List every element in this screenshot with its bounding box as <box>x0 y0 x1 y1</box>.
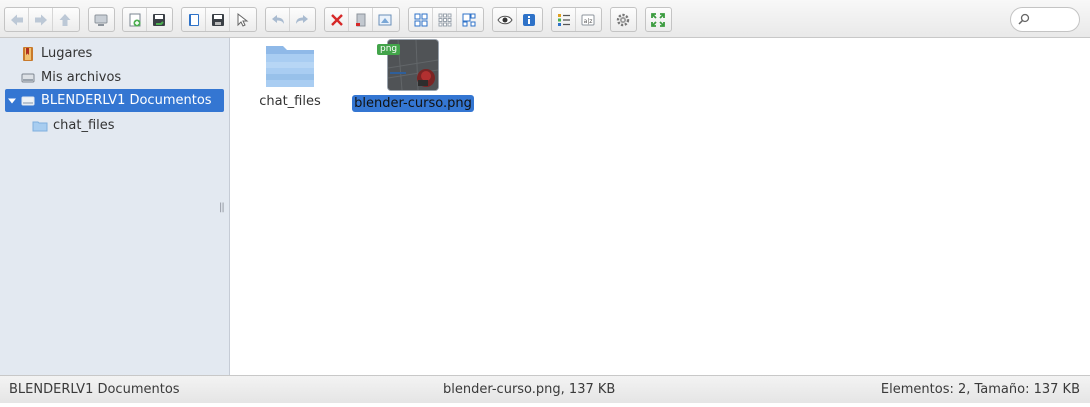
view-thumbnails-button[interactable] <box>457 8 481 31</box>
save-button[interactable] <box>147 8 171 31</box>
save-as-button[interactable] <box>206 8 230 31</box>
sidebar-item-chat-files[interactable]: chat_files <box>5 114 224 137</box>
folder-icon <box>32 121 48 131</box>
new-folder-button[interactable] <box>123 8 147 31</box>
sidebar-item-label: Mis archivos <box>41 70 122 85</box>
redo-button[interactable] <box>290 8 314 31</box>
settings-button[interactable] <box>611 8 635 31</box>
view-group <box>408 7 484 32</box>
undo-icon <box>271 14 284 24</box>
computer-icon <box>94 14 108 26</box>
edit-group <box>181 7 257 32</box>
computer-button[interactable] <box>89 8 113 31</box>
toolbar: a|z <box>0 0 1090 38</box>
grid-small-icon <box>438 13 451 26</box>
expand-triangle-icon[interactable] <box>8 97 16 105</box>
search-input[interactable] <box>1033 11 1075 28</box>
gear-icon <box>616 13 630 26</box>
preview-button[interactable] <box>493 8 517 31</box>
image-icon <box>378 14 392 25</box>
new-folder-icon <box>129 13 140 26</box>
file-item-image[interactable]: blender-curso.png <box>352 40 474 112</box>
action-group <box>324 7 400 32</box>
view-grid-button[interactable] <box>409 8 433 31</box>
computer-group <box>88 7 115 32</box>
floppy-icon <box>211 13 224 26</box>
sidebar-item-lugares[interactable]: Lugares <box>5 42 224 65</box>
navigation-group <box>4 7 80 32</box>
copy-button[interactable] <box>349 8 373 31</box>
sidebar-item-label: BLENDERLV1 Documentos <box>41 93 212 108</box>
cursor-icon <box>237 12 249 27</box>
file-type-badge: png <box>377 44 401 55</box>
sidebar-item-blenderlv1-documentos[interactable]: BLENDERLV1 Documentos <box>5 89 224 112</box>
search-box[interactable] <box>1010 7 1080 32</box>
info-icon <box>523 13 535 26</box>
search-icon <box>1018 13 1030 25</box>
status-bar: BLENDERLV1 Documentos blender-curso.png,… <box>0 375 1090 403</box>
select-button[interactable] <box>230 8 254 31</box>
file-name: chat_files <box>259 94 321 109</box>
copy-icon <box>355 13 365 26</box>
status-location: BLENDERLV1 Documentos <box>9 382 180 397</box>
sidebar: Lugares Mis archivos BLENDERLV1 Document… <box>0 38 230 375</box>
arrow-left-icon <box>10 14 23 25</box>
details-view-button[interactable] <box>552 8 576 31</box>
image-button[interactable] <box>373 8 397 31</box>
settings-group <box>610 7 637 32</box>
svg-text:a|z: a|z <box>584 18 593 25</box>
delete-button[interactable] <box>325 8 349 31</box>
drive-icon <box>21 96 35 105</box>
list-group: a|z <box>551 7 602 32</box>
grid-large-icon <box>414 13 427 26</box>
forward-button[interactable] <box>29 8 53 31</box>
eye-icon <box>496 15 513 24</box>
save-green-icon <box>153 13 165 26</box>
arrow-right-icon <box>34 14 47 25</box>
file-view: chat_files png blender-curso.png <box>230 38 1090 375</box>
bookmark-icon <box>23 46 33 61</box>
sidebar-item-label: Lugares <box>41 46 93 61</box>
arrow-up-icon <box>59 13 71 26</box>
open-book-icon <box>188 13 199 26</box>
file-name: blender-curso.png <box>352 95 474 112</box>
open-button[interactable] <box>182 8 206 31</box>
file-item-folder[interactable]: chat_files <box>230 44 350 110</box>
drive-icon <box>21 73 35 82</box>
view-small-grid-button[interactable] <box>433 8 457 31</box>
sidebar-item-mis-archivos[interactable]: Mis archivos <box>5 66 224 89</box>
delete-x-icon <box>330 13 343 26</box>
fullscreen-group <box>645 7 672 32</box>
sidebar-splitter-handle[interactable]: || <box>219 202 225 213</box>
folder-icon <box>266 46 314 87</box>
redo-icon <box>296 14 308 24</box>
fullscreen-button[interactable] <box>646 8 670 31</box>
sidebar-item-label: chat_files <box>53 118 115 133</box>
status-selection: blender-curso.png, 137 KB <box>443 382 616 397</box>
thumbnails-icon <box>462 13 476 26</box>
info-group <box>492 7 543 32</box>
up-button[interactable] <box>53 8 77 31</box>
expand-icon <box>651 12 665 27</box>
info-button[interactable] <box>517 8 541 31</box>
list-details-icon <box>557 13 570 26</box>
back-button[interactable] <box>5 8 29 31</box>
undo-button[interactable] <box>266 8 290 31</box>
history-group <box>265 7 316 32</box>
file-group <box>122 7 173 32</box>
sort-az-icon: a|z <box>581 14 595 25</box>
sort-button[interactable]: a|z <box>576 8 600 31</box>
status-summary: Elementos: 2, Tamaño: 137 KB <box>880 382 1080 397</box>
